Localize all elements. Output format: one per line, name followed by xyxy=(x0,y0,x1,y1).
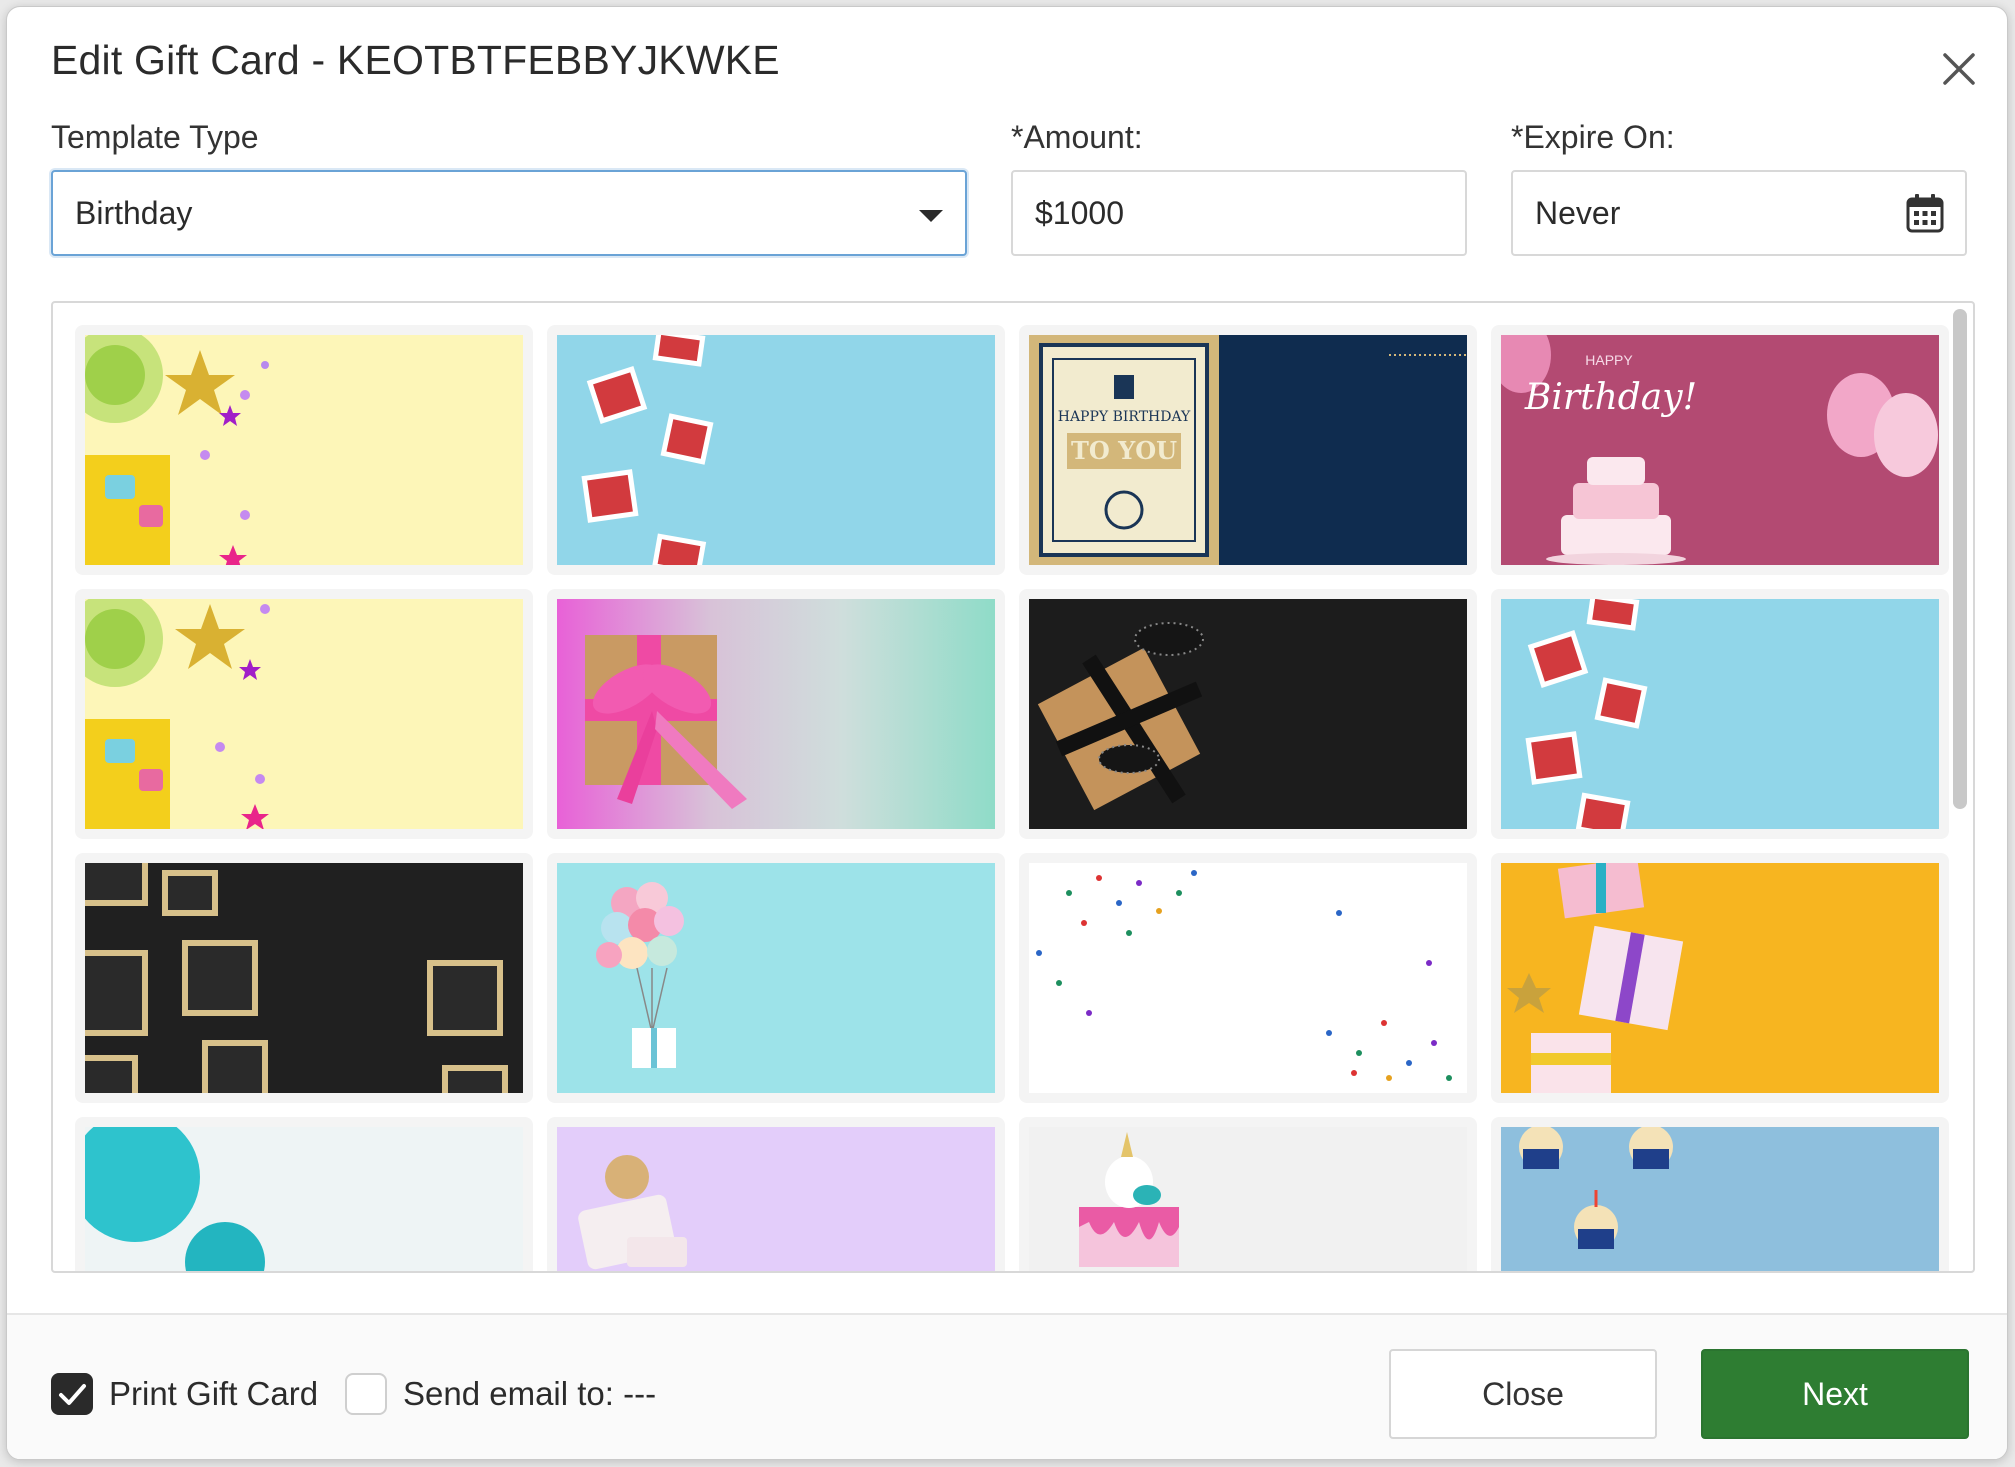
gallery-scrollbar[interactable] xyxy=(1953,309,1967,1267)
template-image xyxy=(1029,863,1467,1093)
amount-label: *Amount: xyxy=(1011,119,1143,155)
card-text-birthday: Birthday! xyxy=(1524,377,1697,418)
chevron-down-icon xyxy=(919,210,943,222)
checkmark-icon xyxy=(59,1384,86,1405)
expire-on-label: *Expire On: xyxy=(1511,119,1675,155)
template-tile-happy-birthday-to-you-navy[interactable]: HAPPY BIRTHDAY TO YOU xyxy=(1019,325,1477,575)
template-tile-pink-ribbon-gift[interactable] xyxy=(547,589,1005,839)
edit-gift-card-dialog: Edit Gift Card - KEOTBTFEBBYJKWKE Templa… xyxy=(6,6,2008,1460)
template-image xyxy=(1029,599,1467,829)
send-email-label[interactable]: Send email to: --- xyxy=(403,1375,656,1413)
template-tile-yellow-cupcake-stars-2[interactable] xyxy=(75,589,533,839)
template-tile-blue-cupcakes[interactable] xyxy=(1491,1117,1949,1271)
template-tile-teal-balloon-gift[interactable] xyxy=(547,853,1005,1103)
dialog-title: Edit Gift Card - KEOTBTFEBBYJKWKE xyxy=(51,37,780,83)
card-text-happy: HAPPY xyxy=(1585,352,1633,368)
template-image: HAPPY Birthday! xyxy=(1501,335,1939,565)
template-type-select[interactable]: Birthday xyxy=(51,170,967,256)
expire-on-value: Never xyxy=(1535,194,1621,231)
template-image xyxy=(1501,599,1939,829)
template-tile-lavender-gift-box[interactable] xyxy=(547,1117,1005,1271)
card-text-to-you: TO YOU xyxy=(1071,436,1177,465)
template-image xyxy=(85,599,523,829)
amount-value: $1000 xyxy=(1035,194,1124,231)
template-tile-white-confetti[interactable] xyxy=(1019,853,1477,1103)
template-tile-teal-balloons[interactable] xyxy=(75,1117,533,1271)
template-image xyxy=(557,863,995,1093)
template-image xyxy=(1501,863,1939,1093)
template-image xyxy=(1501,1127,1939,1271)
template-image xyxy=(85,1127,523,1271)
template-type-label: Template Type xyxy=(51,119,259,155)
expire-on-input[interactable]: Never xyxy=(1511,170,1967,256)
print-gift-card-checkbox[interactable] xyxy=(51,1373,93,1415)
template-image xyxy=(557,599,995,829)
close-button[interactable]: Close xyxy=(1389,1349,1657,1439)
send-email-checkbox[interactable] xyxy=(345,1373,387,1415)
dialog-footer: Print Gift Card Send email to: --- Close… xyxy=(7,1313,2007,1459)
template-tile-black-gold-gifts[interactable] xyxy=(75,853,533,1103)
template-tile-yellow-cupcake-stars[interactable] xyxy=(75,325,533,575)
next-button[interactable]: Next xyxy=(1701,1349,1969,1439)
amount-input[interactable]: $1000 xyxy=(1011,170,1467,256)
template-tile-blue-red-gift-boxes-2[interactable] xyxy=(1491,589,1949,839)
template-image: HAPPY BIRTHDAY TO YOU xyxy=(1029,335,1467,565)
calendar-icon[interactable] xyxy=(1905,192,1945,234)
gallery-scrollbar-thumb[interactable] xyxy=(1953,309,1967,809)
card-text-happy-birthday: HAPPY BIRTHDAY xyxy=(1058,409,1191,425)
close-icon[interactable] xyxy=(1939,49,1979,89)
print-gift-card-label[interactable]: Print Gift Card xyxy=(109,1375,318,1413)
template-tile-unicorn-cake[interactable] xyxy=(1019,1117,1477,1271)
template-image xyxy=(85,335,523,565)
template-gallery: HAPPY BIRTHDAY TO YOU HAPPY Birthday! xyxy=(51,301,1975,1273)
template-tile-blue-red-gift-boxes[interactable] xyxy=(547,325,1005,575)
template-tile-pink-birthday-cake[interactable]: HAPPY Birthday! xyxy=(1491,325,1949,575)
template-image xyxy=(85,863,523,1093)
template-tile-yellow-pink-gifts[interactable] xyxy=(1491,853,1949,1103)
template-image xyxy=(557,1127,995,1271)
template-tile-black-polka-dot-gift[interactable] xyxy=(1019,589,1477,839)
template-image xyxy=(1029,1127,1467,1271)
template-type-value: Birthday xyxy=(75,194,193,231)
template-image xyxy=(557,335,995,565)
